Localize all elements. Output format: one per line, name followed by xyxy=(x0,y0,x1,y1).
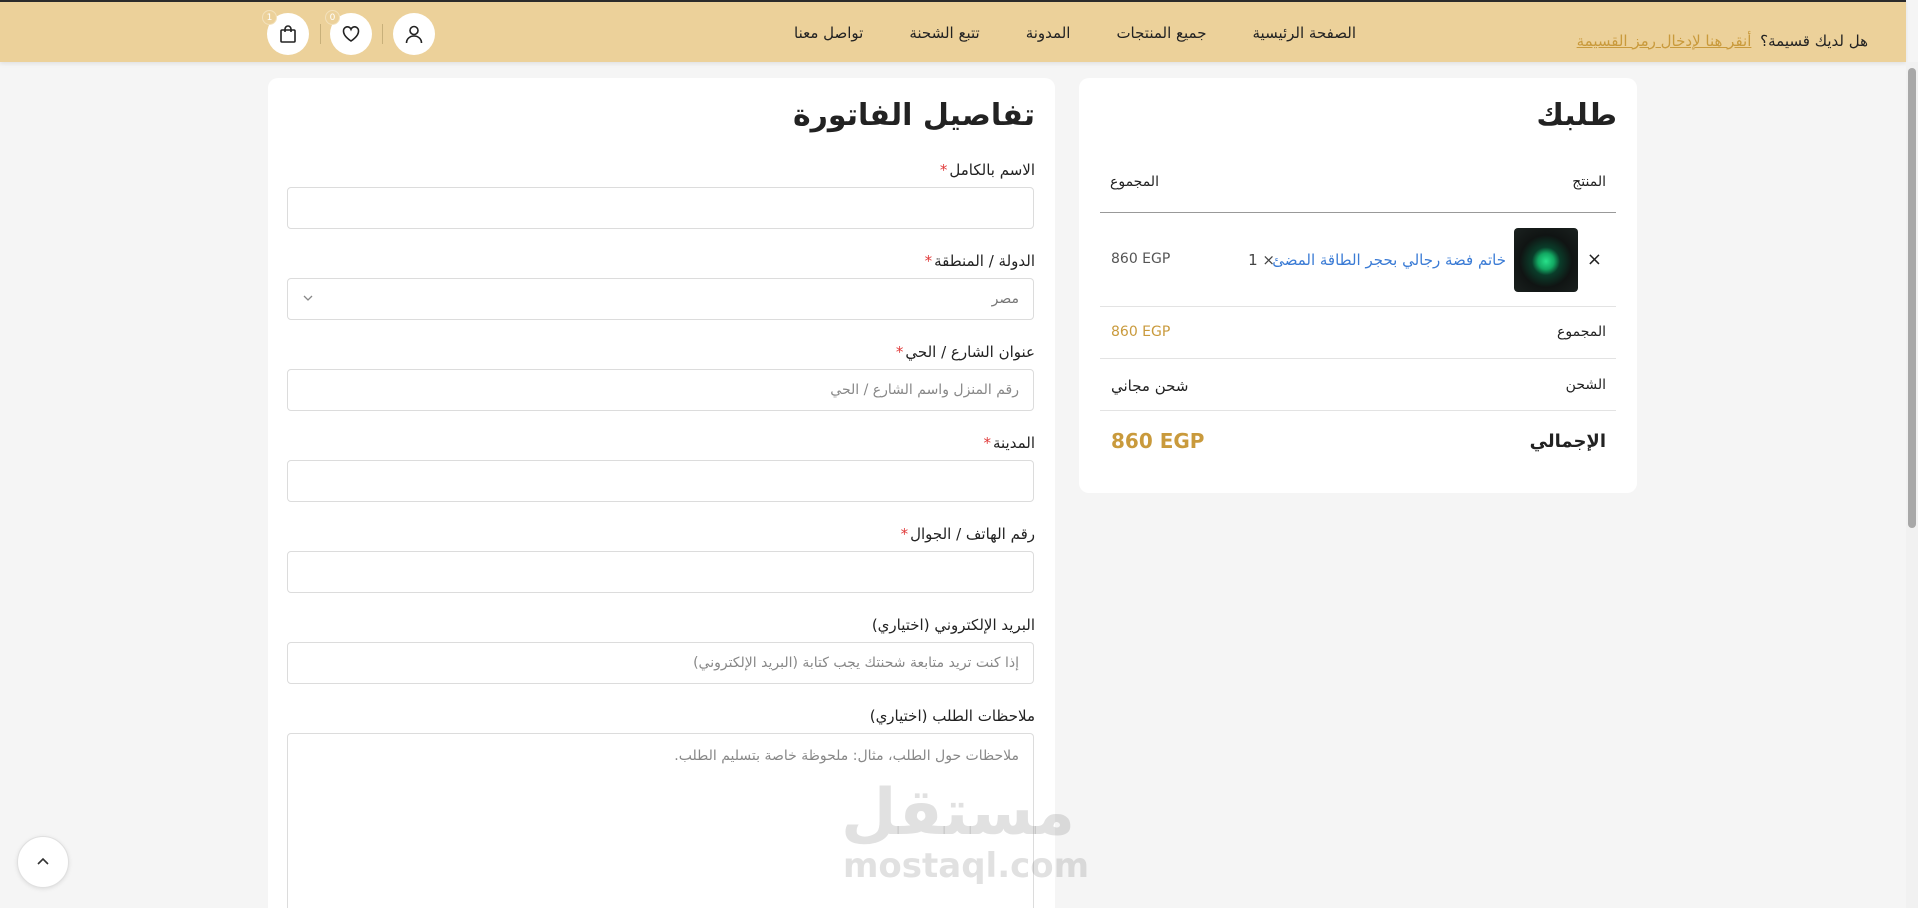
grand-total-row: الإجمالي 860 EGP xyxy=(1100,411,1616,473)
main-nav: الصفحة الرئيسية جميع المنتجات المدونة تت… xyxy=(794,24,1356,42)
city-input[interactable] xyxy=(287,460,1034,502)
subtotal-value: 860 EGP xyxy=(1111,324,1171,340)
chevron-down-icon xyxy=(303,295,313,301)
header-divider xyxy=(382,24,383,44)
shipping-label: الشحن xyxy=(1565,377,1606,393)
cart-button[interactable]: 1 xyxy=(262,10,309,55)
email-input[interactable] xyxy=(287,642,1034,684)
account-button[interactable] xyxy=(393,13,435,55)
phone-label-text: رقم الهاتف / الجوال xyxy=(910,525,1035,543)
country-label: الدولة / المنطقة* xyxy=(925,252,1035,270)
address-label: عنوان الشارع / الحي* xyxy=(896,343,1035,361)
city-label-text: المدينة xyxy=(992,434,1035,452)
subtotal-label: المجموع xyxy=(1557,324,1606,340)
full-name-input[interactable] xyxy=(287,187,1034,229)
country-label-text: الدولة / المنطقة xyxy=(934,252,1035,270)
col-total-label: المجموع xyxy=(1110,174,1159,190)
required-mark: * xyxy=(924,252,933,270)
full-name-label: الاسم بالكامل* xyxy=(940,161,1035,179)
subtotal-row: المجموع 860 EGP xyxy=(1100,307,1616,359)
order-title: طلبك xyxy=(1536,98,1617,133)
back-to-top-button[interactable] xyxy=(17,836,69,888)
wishlist-button[interactable]: 0 xyxy=(325,10,372,55)
phone-label: رقم الهاتف / الجوال* xyxy=(901,525,1035,543)
page-scrollbar-thumb[interactable] xyxy=(1908,68,1916,528)
chevron-up-icon xyxy=(37,857,49,865)
notes-label: ملاحظات الطلب (اختياري) xyxy=(869,707,1035,725)
city-label: المدينة* xyxy=(983,434,1035,452)
grand-total-value: 860 EGP xyxy=(1111,429,1205,453)
order-item-row: × خاتم فضة رجالي بحجر الطاقة المضئ × 1 8… xyxy=(1100,213,1616,307)
user-icon xyxy=(405,25,423,44)
top-header: هل لديك قسيمة؟ أنقر هنا لإدخال رمز القسي… xyxy=(0,0,1906,62)
country-select[interactable]: مصر xyxy=(287,278,1034,320)
country-selected-value: مصر xyxy=(991,291,1019,307)
heart-icon xyxy=(342,26,360,42)
address-label-text: عنوان الشارع / الحي xyxy=(905,343,1035,361)
item-total: 860 EGP xyxy=(1111,251,1171,267)
grand-total-label: الإجمالي xyxy=(1529,431,1606,452)
required-mark: * xyxy=(895,343,904,361)
shopping-bag-icon xyxy=(280,25,296,43)
coupon-notice: هل لديك قسيمة؟ أنقر هنا لإدخال رمز القسي… xyxy=(1577,32,1868,50)
shipping-row: الشحن شحن مجاني xyxy=(1100,359,1616,411)
coupon-question: هل لديك قسيمة؟ xyxy=(1760,32,1868,50)
wishlist-count-badge: 0 xyxy=(325,10,340,25)
order-table-header: المنتج المجموع xyxy=(1100,148,1616,213)
required-mark: * xyxy=(900,525,909,543)
email-label: البريد الإلكتروني (اختياري) xyxy=(871,616,1035,634)
product-quantity: × 1 xyxy=(1248,251,1275,269)
header-divider xyxy=(320,24,321,44)
street-address-input[interactable] xyxy=(287,369,1034,411)
required-mark: * xyxy=(939,161,948,179)
nav-track-shipment[interactable]: تتبع الشحنة xyxy=(909,24,979,42)
nav-blog[interactable]: المدونة xyxy=(1026,24,1071,42)
order-summary-panel: طلبك المنتج المجموع × خاتم فضة رجالي بحج… xyxy=(1079,78,1637,493)
remove-item-button[interactable]: × xyxy=(1587,249,1602,270)
billing-title: تفاصيل الفاتورة xyxy=(792,98,1035,133)
billing-details-panel: تفاصيل الفاتورة الاسم بالكامل* الدولة / … xyxy=(268,78,1055,908)
shipping-value: شحن مجاني xyxy=(1111,377,1189,395)
coupon-link[interactable]: أنقر هنا لإدخال رمز القسيمة xyxy=(1577,32,1752,50)
nav-all-products[interactable]: جميع المنتجات xyxy=(1116,24,1206,42)
cart-count-badge: 1 xyxy=(262,10,277,25)
product-name-link[interactable]: خاتم فضة رجالي بحجر الطاقة المضئ xyxy=(1272,251,1506,269)
required-mark: * xyxy=(983,434,991,452)
order-notes-textarea[interactable] xyxy=(287,733,1034,908)
phone-input[interactable] xyxy=(287,551,1034,593)
product-thumbnail[interactable] xyxy=(1514,228,1578,292)
col-product-label: المنتج xyxy=(1572,174,1606,190)
nav-contact[interactable]: تواصل معنا xyxy=(794,24,863,42)
full-name-label-text: الاسم بالكامل xyxy=(949,161,1035,179)
nav-home[interactable]: الصفحة الرئيسية xyxy=(1253,24,1357,42)
